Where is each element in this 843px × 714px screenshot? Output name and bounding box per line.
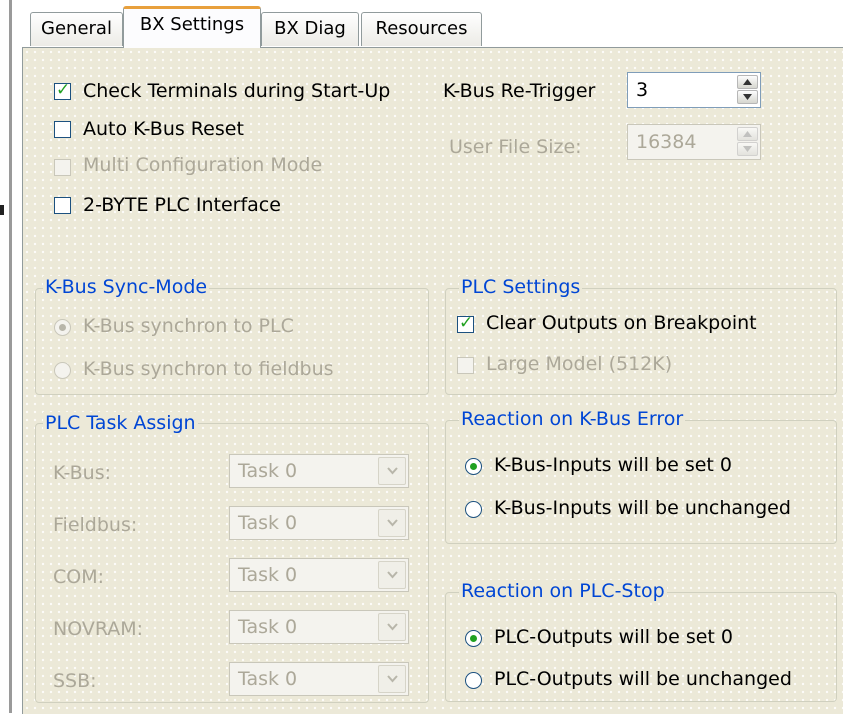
tab-resources[interactable]: Resources xyxy=(361,12,482,46)
chevron-down-icon xyxy=(387,571,398,579)
kbus-retrigger-label: K-Bus Re-Trigger xyxy=(443,80,596,102)
kbus-error-set0-label: K-Bus-Inputs will be set 0 xyxy=(494,454,732,476)
task-row-label: NOVRAM: xyxy=(53,618,144,640)
plc-task-assign-title: PLC Task Assign xyxy=(43,412,198,434)
chevron-down-icon xyxy=(387,467,398,475)
window-edge xyxy=(0,0,14,713)
kbus-retrigger-value: 3 xyxy=(636,79,649,101)
spin-down-button[interactable] xyxy=(737,142,758,156)
plc-settings-group xyxy=(445,288,837,395)
task-row-label: SSB: xyxy=(53,670,97,692)
dropdown-button[interactable] xyxy=(378,509,406,537)
arrow-down-icon xyxy=(743,94,752,100)
user-file-size-value: 16384 xyxy=(636,131,697,153)
tab-general[interactable]: General xyxy=(30,12,123,46)
tab-bx-diag[interactable]: BX Diag xyxy=(261,12,359,46)
plc-stop-unchanged-label: PLC-Outputs will be unchanged xyxy=(494,668,792,690)
dropdown-button[interactable] xyxy=(378,561,406,589)
task-select-value: Task 0 xyxy=(238,512,298,534)
tab-page-bx-settings: ✓ Check Terminals during Start-Up Auto K… xyxy=(22,47,843,714)
chevron-down-icon xyxy=(387,675,398,683)
task-row-label: Fieldbus: xyxy=(53,514,138,536)
auto-kbus-reset-checkbox[interactable] xyxy=(54,121,71,138)
task-row-label: K-Bus: xyxy=(53,462,112,484)
tab-bx-settings[interactable]: BX Settings xyxy=(123,6,261,48)
kbus-sync-fieldbus-radio[interactable] xyxy=(54,362,71,379)
plc-stop-unchanged-radio[interactable] xyxy=(465,672,482,689)
multi-config-checkbox[interactable] xyxy=(54,159,71,176)
task-select-value: Task 0 xyxy=(238,460,298,482)
two-byte-plc-label: 2-BYTE PLC Interface xyxy=(83,194,281,216)
dropdown-button[interactable] xyxy=(378,665,406,693)
task-select-ssb[interactable]: Task 0 xyxy=(229,662,409,696)
chevron-down-icon xyxy=(387,519,398,527)
task-select-com[interactable]: Task 0 xyxy=(229,558,409,592)
window-edge-marker xyxy=(0,205,4,215)
check-terminals-checkbox[interactable]: ✓ xyxy=(54,80,71,100)
user-file-size-spinner[interactable]: 16384 xyxy=(627,124,761,160)
dropdown-button[interactable] xyxy=(378,613,406,641)
auto-kbus-reset-label: Auto K-Bus Reset xyxy=(83,118,244,140)
arrow-up-icon xyxy=(743,131,752,137)
task-select-kbus[interactable]: Task 0 xyxy=(229,454,409,488)
clear-outputs-label: Clear Outputs on Breakpoint xyxy=(486,312,757,334)
check-mark-icon: ✓ xyxy=(459,313,474,333)
spin-up-button[interactable] xyxy=(737,75,758,89)
two-byte-plc-checkbox[interactable] xyxy=(54,197,71,214)
large-model-checkbox[interactable] xyxy=(457,357,474,374)
dropdown-button[interactable] xyxy=(378,457,406,485)
task-select-value: Task 0 xyxy=(238,616,298,638)
user-file-size-label: User File Size: xyxy=(449,136,582,158)
plc-stop-set0-label: PLC-Outputs will be set 0 xyxy=(494,626,734,648)
task-select-fieldbus[interactable]: Task 0 xyxy=(229,506,409,540)
check-terminals-label: Check Terminals during Start-Up xyxy=(83,80,391,102)
kbus-error-set0-radio[interactable] xyxy=(465,458,482,475)
clear-outputs-checkbox[interactable]: ✓ xyxy=(457,313,474,333)
plc-stop-title: Reaction on PLC-Stop xyxy=(459,580,667,602)
task-select-value: Task 0 xyxy=(238,668,298,690)
plc-settings-title: PLC Settings xyxy=(459,276,583,298)
large-model-label: Large Model (512K) xyxy=(486,353,673,375)
spin-down-button[interactable] xyxy=(737,90,758,104)
spin-up-button[interactable] xyxy=(737,127,758,141)
kbus-sync-title: K-Bus Sync-Mode xyxy=(43,276,210,298)
arrow-down-icon xyxy=(743,146,752,152)
chevron-down-icon xyxy=(387,623,398,631)
kbus-sync-plc-radio[interactable] xyxy=(54,319,71,336)
plc-stop-set0-radio[interactable] xyxy=(465,630,482,647)
check-mark-icon: ✓ xyxy=(56,80,71,100)
kbus-sync-fieldbus-label: K-Bus synchron to fieldbus xyxy=(83,358,334,380)
multi-config-label: Multi Configuration Mode xyxy=(83,154,323,176)
kbus-error-group xyxy=(445,420,837,544)
task-select-value: Task 0 xyxy=(238,564,298,586)
arrow-up-icon xyxy=(743,79,752,85)
task-select-novram[interactable]: Task 0 xyxy=(229,610,409,644)
kbus-error-title: Reaction on K-Bus Error xyxy=(459,408,686,430)
task-row-label: COM: xyxy=(53,566,105,588)
window-edge-bar xyxy=(9,0,12,713)
kbus-error-unchanged-label: K-Bus-Inputs will be unchanged xyxy=(494,497,791,519)
kbus-sync-plc-label: K-Bus synchron to PLC xyxy=(83,315,294,337)
kbus-error-unchanged-radio[interactable] xyxy=(465,501,482,518)
kbus-retrigger-spinner[interactable]: 3 xyxy=(627,72,761,108)
